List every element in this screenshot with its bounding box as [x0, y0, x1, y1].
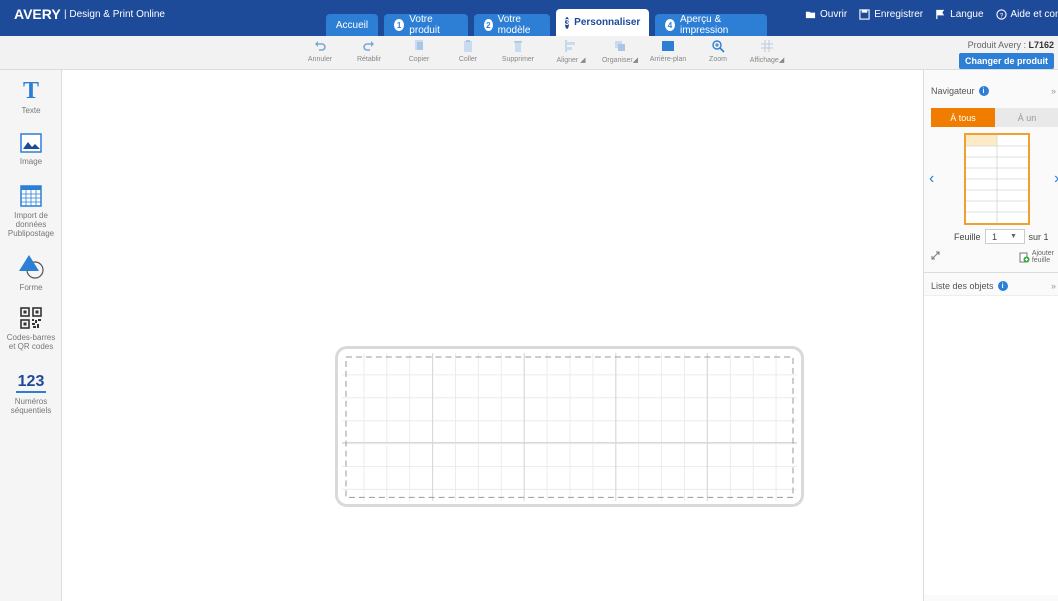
previous-sheet-arrow-icon[interactable]: ‹ [929, 170, 934, 188]
save-button[interactable]: Enregistrer [859, 9, 923, 20]
next-sheet-arrow-icon[interactable]: › [1054, 170, 1058, 188]
label-template[interactable] [335, 346, 804, 507]
step-number: 1 [394, 19, 405, 31]
tab-home[interactable]: Accueil [326, 14, 378, 36]
zoom-icon [712, 40, 725, 53]
product-code: L7162 [1028, 40, 1054, 50]
top-bar: AVERY | Design & Print Online Accueil 1 … [0, 0, 1058, 36]
arrange-dropdown[interactable]: Organiser◢ [598, 39, 642, 64]
help-button[interactable]: ? Aide et confidentialit [995, 9, 1058, 20]
product-info: Produit Avery : L7162 Changer de produit [959, 40, 1054, 69]
undo-icon [315, 41, 326, 51]
copy-button[interactable]: Copier [397, 39, 441, 63]
label-grid [342, 353, 797, 502]
tab-product[interactable]: 1 Votre produit [384, 14, 468, 36]
add-sheet-button[interactable]: Ajouter feuille [1019, 250, 1054, 264]
tab-all-labels[interactable]: À tous [931, 108, 995, 127]
step-number: 4 [665, 19, 676, 31]
edit-toolbar: Annuler Rétablir Copier Coller Supprimer… [0, 36, 1058, 70]
qr-code-icon [20, 307, 42, 329]
image-icon [20, 133, 42, 153]
paste-icon [464, 40, 472, 52]
panel-divider [924, 272, 1058, 273]
align-icon [565, 40, 575, 52]
align-dropdown[interactable]: Aligner ◢ [549, 39, 593, 64]
spreadsheet-icon [20, 185, 42, 207]
background-button[interactable]: Arrière-plan [646, 39, 690, 63]
language-button[interactable]: Langue [935, 9, 984, 20]
collapse-objects-button[interactable]: » [1051, 281, 1056, 291]
zoom-button[interactable]: Zoom [696, 39, 740, 63]
collapse-navigator-button[interactable]: » [1051, 86, 1056, 96]
sidebar-item-image[interactable]: Image [0, 133, 62, 166]
undo-button[interactable]: Annuler [298, 39, 342, 63]
chevron-down-icon: ▼ [1010, 233, 1017, 240]
objects-list-header: Liste des objets i [931, 281, 1008, 291]
sidebar-item-shape[interactable]: Forme [0, 253, 62, 292]
navigator-scope-toggle: À tous À un [931, 108, 1058, 127]
step-number: 2 [484, 19, 493, 31]
flag-icon [936, 9, 945, 20]
sidebar-item-sequential-numbers[interactable]: 123 Numéros séquentiels [0, 373, 62, 415]
help-icon: ? [995, 9, 1007, 20]
change-product-button[interactable]: Changer de produit [959, 53, 1054, 69]
expand-icon[interactable] [931, 251, 940, 260]
brand-subtitle: | Design & Print Online [64, 9, 165, 20]
redo-button[interactable]: Rétablir [347, 39, 391, 63]
sheet-select[interactable]: 1 ▼ [984, 229, 1025, 244]
tab-single-label[interactable]: À un [995, 108, 1058, 127]
tools-sidebar: T Texte Image Import de données Publipos… [0, 70, 62, 601]
tab-preview-print[interactable]: 4 Aperçu & impression [655, 14, 767, 36]
delete-button[interactable]: Supprimer [496, 39, 540, 63]
shape-icon [19, 255, 44, 279]
tab-template[interactable]: 2 Votre modèle [474, 14, 550, 36]
text-icon: T [22, 78, 39, 104]
navigator-header: Navigateur i [931, 86, 989, 96]
folder-icon [805, 11, 816, 19]
sidebar-item-mail-merge[interactable]: Import de données Publipostage [0, 185, 62, 238]
info-icon[interactable]: i [978, 86, 989, 96]
top-actions: Ouvrir Enregistrer Langue ? Aide et conf… [805, 9, 1058, 20]
save-icon [859, 9, 870, 20]
paste-button[interactable]: Coller [446, 39, 490, 63]
sidebar-item-text[interactable]: T Texte [0, 78, 62, 115]
tab-customize[interactable]: 3 Personnaliser [556, 9, 649, 36]
add-sheet-icon [1019, 252, 1030, 262]
background-icon [662, 41, 674, 51]
sheet-thumbnail[interactable] [964, 133, 1030, 225]
design-canvas[interactable] [62, 70, 923, 601]
copy-icon [415, 40, 423, 50]
info-icon[interactable]: i [997, 281, 1008, 291]
display-dropdown[interactable]: Affichage◢ [745, 39, 789, 64]
product-label: Produit Avery : L7162 [967, 40, 1054, 50]
step-number: 3 [564, 16, 570, 29]
trash-icon [514, 41, 522, 52]
sheet-pager: Feuille 1 ▼ sur 1 [954, 229, 1049, 244]
redo-icon [363, 41, 374, 51]
avery-logo[interactable]: AVERY [14, 6, 61, 22]
numbers-icon: 123 [16, 373, 46, 393]
sidebar-item-barcodes[interactable]: Codes-barres et QR codes [0, 307, 62, 351]
svg-text:?: ? [999, 12, 1003, 19]
open-button[interactable]: Ouvrir [805, 9, 847, 20]
grid-icon [761, 40, 773, 52]
arrange-icon [615, 41, 625, 51]
step-tabs: Accueil 1 Votre produit 2 Votre modèle 3… [326, 9, 767, 36]
objects-list[interactable] [924, 295, 1058, 595]
right-panel: Navigateur i » À tous À un ‹ › Feuille 1… [923, 70, 1058, 601]
